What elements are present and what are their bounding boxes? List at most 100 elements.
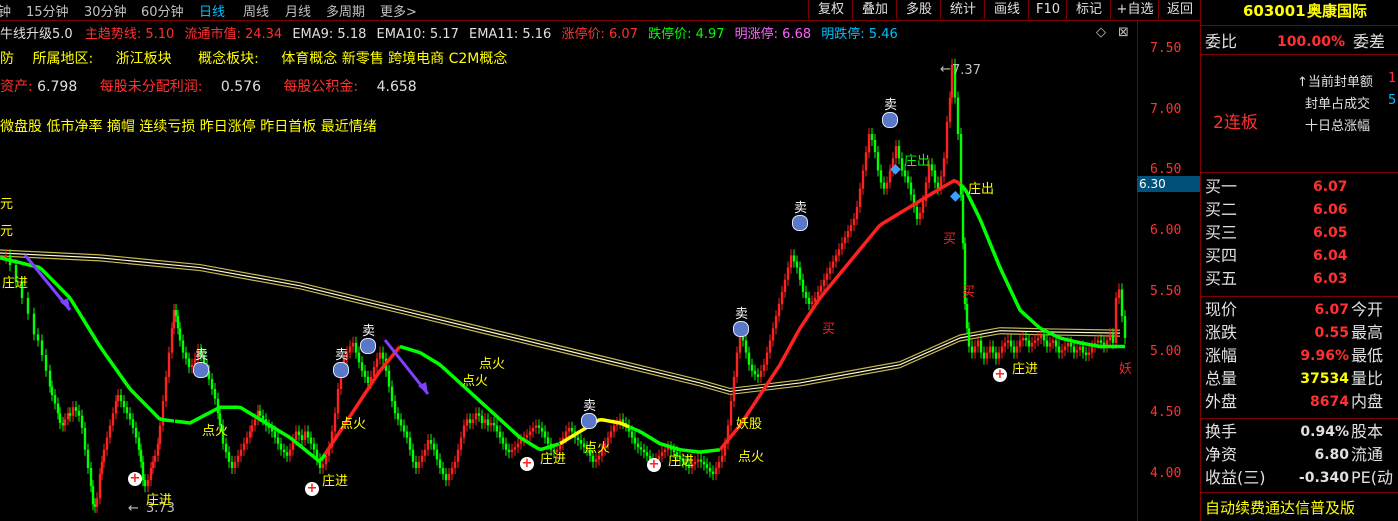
next-limit-up-value: 明涨停: 6.68 <box>734 27 812 42</box>
fund-label: 换手 <box>1205 422 1238 441</box>
candle-body <box>918 212 922 219</box>
candle-body <box>1084 352 1088 355</box>
fuquan-button[interactable]: 复权 <box>808 0 853 19</box>
period-30min[interactable]: 30分钟 <box>84 1 127 20</box>
period-multi[interactable]: 多周期 <box>326 1 365 20</box>
fund-label: 收益(三) <box>1205 468 1266 487</box>
trend-line-value: 主趋势线: 5.10 <box>84 27 175 42</box>
indicator-name: 牛线升级5.0 <box>0 27 73 42</box>
candle-body <box>1006 340 1010 343</box>
candle-body <box>279 443 283 450</box>
stats-button[interactable]: 统计 <box>940 0 985 19</box>
bid-price: 6.05 <box>1313 225 1348 241</box>
candle-body <box>1078 346 1082 351</box>
candle-body <box>636 443 640 448</box>
candle-body <box>1117 289 1121 298</box>
diamond-icon[interactable]: ◇ <box>1096 25 1106 40</box>
dianhuo-label: 点火 <box>479 357 506 372</box>
period-monthly[interactable]: 月线 <box>285 1 311 20</box>
candle-body <box>137 437 141 450</box>
plus-circle-icon: + <box>128 471 142 486</box>
period-weekly[interactable]: 周线 <box>243 1 269 20</box>
candle-body <box>642 449 646 453</box>
candle-body <box>732 376 736 402</box>
candle-body <box>879 170 883 183</box>
candle-body <box>1081 346 1085 353</box>
candle-body <box>699 459 703 462</box>
buy-label: 买 <box>822 322 836 337</box>
candle-body <box>789 255 793 268</box>
candle-body <box>333 413 337 432</box>
bid-price: 6.04 <box>1313 248 1348 264</box>
candle-body <box>393 401 397 414</box>
candle-body <box>381 352 385 359</box>
plus-circle-icon: + <box>993 367 1007 382</box>
fund-value: -0.340 <box>1298 470 1349 486</box>
candle-body <box>994 352 998 359</box>
zhuangjin-label: 庄进 <box>540 452 567 467</box>
candle-body <box>405 431 409 438</box>
plus-circle-icon: + <box>305 481 319 496</box>
candle-body <box>696 459 700 462</box>
candle-body <box>444 474 448 481</box>
candle-body <box>933 170 937 183</box>
region-row: 防 所属地区: 浙江板块 概念板块: 体育概念 新零售 跨境电商 C2M概念 <box>0 48 507 68</box>
indicator-row: 牛线升级5.0 主趋势线: 5.10 流通市值: 24.34 EMA9: 5.1… <box>0 23 898 42</box>
candle-body <box>870 134 874 141</box>
candle-body <box>285 452 289 456</box>
candle-body <box>95 498 99 507</box>
candle-body <box>1060 350 1064 353</box>
period-minute[interactable]: 钟 <box>0 1 11 20</box>
candle-body <box>897 146 901 159</box>
add-watchlist-button[interactable]: +自选 <box>1110 0 1159 19</box>
quote-row: 现价 6.07 今开 <box>1201 300 1398 320</box>
candle-body <box>708 467 712 472</box>
quote-label: 现价 <box>1205 300 1238 319</box>
period-daily[interactable]: 日线 <box>199 1 225 20</box>
sell-face-icon <box>581 413 597 429</box>
candle-body <box>141 461 145 481</box>
overlay-button[interactable]: 叠加 <box>852 0 897 19</box>
period-toolbar: 钟 15分钟 30分钟 60分钟 日线 周线 月线 多周期 更多> 复权 叠加 … <box>0 0 1200 21</box>
candle-body <box>77 410 81 416</box>
candle-body <box>414 461 418 468</box>
candle-body <box>903 170 907 177</box>
draw-line-button[interactable]: 画线 <box>984 0 1029 19</box>
candle-body <box>156 443 160 456</box>
zhuangjin-label: 庄进 <box>1012 362 1039 377</box>
diamond-marker-icon: ◆ <box>890 161 901 177</box>
close-icon[interactable]: ⊠ <box>1118 25 1129 40</box>
candle-body <box>1063 346 1067 351</box>
quote-value: 8674 <box>1310 394 1349 410</box>
candle-body <box>747 352 751 365</box>
candle-body <box>91 486 95 505</box>
candle-body <box>819 285 823 292</box>
candle-body <box>411 449 415 462</box>
footer-text[interactable]: 自动续费通达信普及版 <box>1205 497 1355 518</box>
candle-body <box>507 449 511 453</box>
candle-body <box>956 97 960 134</box>
f10-button[interactable]: F10 <box>1028 0 1067 19</box>
candle-body <box>429 440 433 444</box>
candle-body <box>250 425 254 432</box>
candle-body <box>459 437 463 450</box>
candle-body <box>423 449 427 456</box>
period-more[interactable]: 更多> <box>380 1 417 20</box>
period-15min[interactable]: 15分钟 <box>26 1 69 20</box>
candle-body <box>1027 340 1031 347</box>
float-cap-value: 流通市值: 24.34 <box>184 27 283 42</box>
mark-button[interactable]: 标记 <box>1066 0 1111 19</box>
candle-body <box>1012 346 1016 353</box>
quote-label2: 内盘 <box>1351 392 1384 411</box>
stock-name: 奥康国际 <box>1307 2 1368 20</box>
candle-body <box>744 340 748 353</box>
candle-body <box>1054 340 1058 347</box>
candle-body <box>750 364 754 371</box>
multi-stock-button[interactable]: 多股 <box>896 0 941 19</box>
candle-body <box>239 449 243 456</box>
candle-body <box>609 431 613 438</box>
candle-body <box>528 431 532 436</box>
candle-body <box>297 431 301 436</box>
period-60min[interactable]: 60分钟 <box>141 1 184 20</box>
back-button[interactable]: 返回 <box>1158 0 1201 19</box>
